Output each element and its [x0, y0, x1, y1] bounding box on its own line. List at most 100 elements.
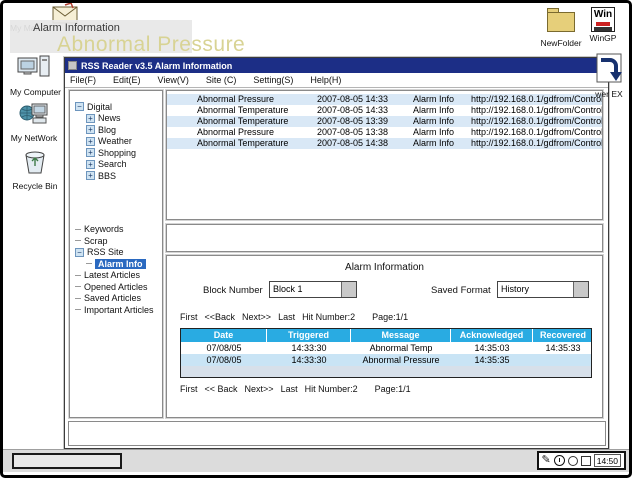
alarm-history-table: DateTriggeredMessageAcknowledgedRecovere… [180, 328, 592, 378]
page-link-back[interactable]: <<Back [205, 312, 236, 322]
desktop-icon-wingp[interactable]: Win WinGP [582, 4, 624, 43]
tree-item-scrap[interactable]: Scrap [70, 235, 162, 247]
tree-item-label: RSS Site [87, 247, 124, 257]
tree-item-label: Blog [98, 125, 116, 135]
tree-branch-line [75, 240, 81, 241]
tree-item-news[interactable]: +News [70, 113, 162, 125]
tree-item-bbs[interactable]: +BBS [70, 170, 162, 182]
hit-number: Hit Number:2 [302, 312, 355, 322]
desktop-icon-viewer-ex[interactable]: wer EX [590, 53, 628, 99]
tree-item-label: Alarm Info [95, 259, 146, 269]
article-datetime: 2007-08-05 14:33 [317, 105, 413, 116]
taskbar: ✎ 14:50 [3, 449, 629, 472]
tree-item-saved-articles[interactable]: Saved Articles [70, 293, 162, 305]
window-system-icon[interactable] [68, 61, 77, 70]
expand-icon[interactable]: + [86, 148, 95, 157]
expand-icon[interactable]: + [86, 125, 95, 134]
menu-bar: File(F) Edit(E) View(V) Site (C) Setting(S) H… [65, 73, 608, 88]
my-computer-icon [17, 54, 51, 81]
cell-recovered [533, 354, 593, 366]
article-datetime: 2007-08-05 13:39 [317, 116, 413, 127]
tree-item-keywords[interactable]: Keywords [70, 224, 162, 236]
tree-item-opened-articles[interactable]: Opened Articles [70, 281, 162, 293]
system-tray: ✎ 14:50 [537, 451, 627, 470]
menu-item-site-c[interactable]: Site (C) [206, 75, 237, 85]
status-square-icon[interactable] [581, 456, 591, 466]
saved-format-select[interactable]: History [497, 281, 589, 298]
tree-item-weather[interactable]: +Weather [70, 136, 162, 148]
column-header-message: Message [351, 329, 451, 342]
window-titlebar[interactable]: RSS Reader v3.5 Alarm Information [65, 58, 608, 73]
cell-recovered: 14:35:33 [533, 342, 593, 354]
expand-icon[interactable]: + [86, 137, 95, 146]
page-link-first[interactable]: First [180, 384, 198, 394]
menu-item-setting-s[interactable]: Setting(S) [253, 75, 293, 85]
page-link-back[interactable]: << Back [205, 384, 238, 394]
desktop-icon-my-computer[interactable]: My Computer [10, 54, 58, 97]
tree: −Digital+News+Blog+Weather+Shopping+Sear… [70, 101, 162, 316]
article-row[interactable]: Abnormal Temperature2007-08-05 14:38Alar… [167, 138, 602, 149]
tree-item-label: Weather [98, 136, 132, 146]
page-link-next[interactable]: Next>> [242, 312, 271, 322]
tree-item-rss-site[interactable]: −RSS Site [70, 247, 162, 259]
collapse-icon[interactable]: − [75, 102, 84, 111]
taskbar-start-button[interactable] [12, 453, 122, 469]
expand-icon[interactable]: + [86, 114, 95, 123]
menu-item-edit-e[interactable]: Edit(E) [113, 75, 141, 85]
viewer-ex-icon [596, 53, 622, 83]
tree-item-latest-articles[interactable]: Latest Articles [70, 270, 162, 282]
article-row[interactable]: Abnormal Pressure2007-08-05 13:38Alarm I… [167, 127, 602, 138]
tree-item-alarm-info[interactable]: Alarm Info [70, 258, 162, 270]
article-list-pane: Abnormal Pressure2007-08-05 14:33 Alarm I… [166, 90, 603, 220]
menu-item-help-h[interactable]: Help(H) [310, 75, 341, 85]
page-link-last[interactable]: Last [278, 312, 295, 322]
article-title: Abnormal Temperature [197, 116, 317, 127]
tree-item-label: Keywords [84, 224, 124, 234]
page-link-first[interactable]: First [180, 312, 198, 322]
article-title: Abnormal Temperature [197, 105, 317, 116]
tree-item-digital[interactable]: −Digital [70, 101, 162, 113]
status-circle-icon[interactable] [568, 456, 578, 466]
article-row[interactable]: Abnormal Temperature2007-08-05 14:33Alar… [167, 105, 602, 116]
wingp-icon: Win [591, 7, 615, 32]
tree-item-shopping[interactable]: +Shopping [70, 147, 162, 159]
tree-item-blog[interactable]: +Blog [70, 124, 162, 136]
alarm-panel-heading: Alarm Information [167, 262, 602, 273]
tree-branch-line [75, 309, 81, 310]
collapse-icon[interactable]: − [75, 248, 84, 257]
desktop-icon-recycle-bin[interactable]: Recycle Bin [12, 148, 58, 191]
tree-item-search[interactable]: +Search [70, 159, 162, 171]
tree-branch-line [75, 298, 81, 299]
page-link-next[interactable]: Next>> [245, 384, 274, 394]
article-title: Abnormal Temperature [197, 138, 317, 149]
article-row[interactable]: Abnormal Pressure2007-08-05 14:33Alarm I… [167, 94, 602, 105]
my-network-icon [18, 101, 50, 127]
tree-item-important-articles[interactable]: Important Articles [70, 304, 162, 316]
article-type: Alarm Info [413, 138, 471, 149]
article-title: Abnormal Pressure [197, 94, 317, 105]
block-number-dropdown-button[interactable] [341, 282, 356, 297]
page-link-last[interactable]: Last [281, 384, 298, 394]
input-panel-icon[interactable]: ✎ [542, 455, 551, 466]
expand-icon[interactable]: + [86, 171, 95, 180]
pagination-bottom: First<< BackNext>>LastHit Number:2Page:1… [180, 384, 411, 394]
tree-item-label: Scrap [84, 236, 108, 246]
alarm-content-pane: Alarm Information Block Number Block 1 S… [166, 255, 603, 418]
column-header-recovered: Recovered [533, 329, 593, 342]
cell-date: 07/08/05 [181, 354, 267, 366]
saved-format-dropdown-button[interactable] [573, 282, 588, 297]
tree-branch-line [75, 275, 81, 276]
desktop-icon-my-network[interactable]: My NetWork [10, 101, 58, 143]
menu-item-file-f[interactable]: File(F) [70, 75, 96, 85]
cell-triggered: 14:33:30 [267, 354, 351, 366]
tree-item-label: Saved Articles [84, 293, 141, 303]
cell-message: Abnormal Pressure [351, 354, 451, 366]
alarm-clock-icon[interactable] [554, 455, 565, 466]
tree-item-label: Search [98, 159, 127, 169]
expand-icon[interactable]: + [86, 160, 95, 169]
article-row[interactable]: Abnormal Temperature2007-08-05 13:39Alar… [167, 116, 602, 127]
menu-item-view-v[interactable]: View(V) [158, 75, 189, 85]
block-number-value: Block 1 [270, 282, 341, 297]
block-number-select[interactable]: Block 1 [269, 281, 357, 298]
article-url: http://192.168.0.1/gdfrom/Controller?req… [471, 127, 602, 138]
